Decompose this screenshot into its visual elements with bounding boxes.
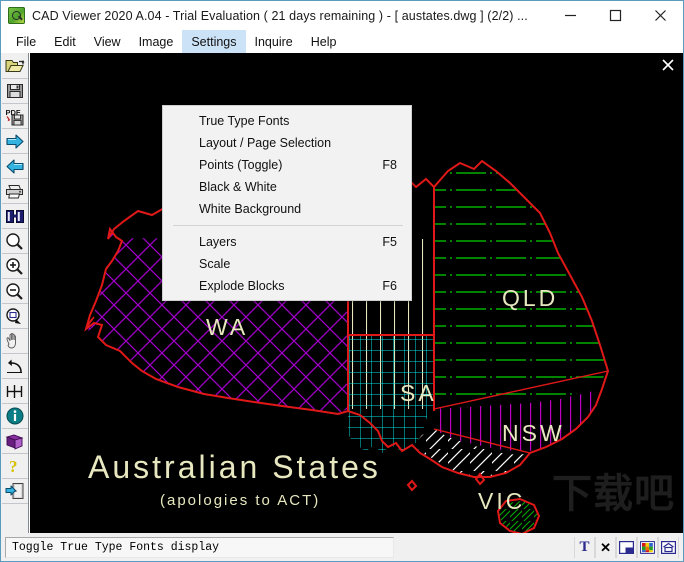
menu-item-label: Black & White (199, 180, 277, 194)
info-icon (6, 407, 23, 425)
menu-item-layers[interactable]: Layers F5 (163, 231, 411, 253)
menu-separator (173, 225, 403, 226)
find-icon (5, 209, 24, 223)
layout-icon (619, 540, 635, 554)
menu-settings[interactable]: Settings (182, 30, 246, 53)
menu-view[interactable]: View (85, 30, 130, 53)
site-watermark: 下载吧 (552, 471, 675, 517)
exit-icon (5, 483, 23, 499)
menu-item-black-and-white[interactable]: Black & White (163, 176, 411, 198)
close-button[interactable] (638, 1, 683, 30)
zoom-in-icon (6, 257, 23, 275)
settings-dropdown-menu: True Type Fonts Layout / Page Selection … (162, 105, 412, 301)
pan-hand-button[interactable] (1, 329, 28, 354)
menu-item-explode-blocks[interactable]: Explode Blocks F6 (163, 275, 411, 297)
measure-button[interactable] (1, 379, 28, 404)
zoom-out-button[interactable] (1, 279, 28, 304)
menu-help[interactable]: Help (302, 30, 346, 53)
zoom-extents-button[interactable] (658, 536, 680, 558)
menu-item-label: True Type Fonts (199, 114, 290, 128)
text-toggle-button[interactable]: T (574, 536, 596, 558)
status-bar: Toggle True Type Fonts display T ✕ (1, 533, 683, 561)
menu-item-layout-page-selection[interactable]: Layout / Page Selection (163, 132, 411, 154)
magnifier-button[interactable] (1, 229, 28, 254)
print-icon (6, 184, 23, 198)
find-button[interactable] (1, 204, 28, 229)
cad-viewer-icon (8, 7, 25, 24)
menu-item-label: Points (Toggle) (199, 158, 283, 172)
menu-bar: File Edit View Image Settings Inquire He… (1, 30, 683, 53)
close-drawing-icon[interactable] (661, 58, 675, 72)
menu-edit[interactable]: Edit (45, 30, 85, 53)
palette-icon (640, 540, 655, 554)
measure-icon (6, 384, 23, 398)
menu-item-label: Explode Blocks (199, 279, 285, 293)
status-button-group: T ✕ (574, 536, 680, 558)
title-bar: CAD Viewer 2020 A.04 - Trial Evaluation … (1, 1, 683, 30)
minimize-button[interactable] (548, 1, 593, 30)
menu-item-white-background[interactable]: White Background (163, 198, 411, 220)
extents-icon (661, 540, 677, 554)
map-title: Australian States (88, 449, 381, 485)
save-icon (6, 84, 23, 98)
zoom-window-button[interactable] (1, 304, 28, 329)
text-icon: T (579, 538, 590, 555)
close-drawing-button[interactable]: ✕ (595, 536, 617, 558)
layout-button[interactable] (616, 536, 638, 558)
left-toolbar: PDF ? (1, 53, 29, 533)
print-button[interactable] (1, 179, 28, 204)
menu-item-true-type-fonts[interactable]: True Type Fonts (163, 110, 411, 132)
help-button[interactable]: ? (1, 454, 28, 479)
previous-page-button[interactable] (1, 154, 28, 179)
save-pdf-button[interactable]: PDF (1, 104, 28, 129)
menu-item-shortcut: F8 (382, 158, 397, 172)
zoom-out-icon (6, 282, 23, 300)
next-page-button[interactable] (1, 129, 28, 154)
save-button[interactable] (1, 79, 28, 104)
exit-button[interactable] (1, 479, 28, 504)
color-palette-button[interactable] (637, 536, 659, 558)
magnifier-icon (6, 232, 23, 250)
map-subtitle: (apologies to ACT) (160, 492, 320, 509)
application-window: CAD Viewer 2020 A.04 - Trial Evaluation … (0, 0, 684, 562)
menu-item-scale[interactable]: Scale (163, 253, 411, 275)
menu-item-shortcut: F5 (382, 235, 397, 249)
undo-button[interactable] (1, 354, 28, 379)
menu-inquire[interactable]: Inquire (246, 30, 302, 53)
menu-item-points-toggle[interactable]: Points (Toggle) F8 (163, 154, 411, 176)
menu-item-label: Layers (199, 235, 237, 249)
pan-hand-icon (6, 333, 16, 349)
svg-text:?: ? (9, 457, 18, 475)
menu-item-shortcut: F6 (382, 279, 397, 293)
menu-file[interactable]: File (7, 30, 45, 53)
open-file-icon (5, 60, 24, 72)
help-icon: ? (9, 457, 18, 475)
maximize-button[interactable] (593, 1, 638, 30)
manual-book-icon (5, 434, 24, 450)
previous-page-icon (5, 158, 24, 174)
open-file-button[interactable] (1, 54, 28, 79)
status-message: Toggle True Type Fonts display (5, 536, 395, 558)
menu-item-label: Layout / Page Selection (199, 136, 332, 150)
manual-book-button[interactable] (1, 429, 28, 454)
save-pdf-icon: PDF (5, 108, 23, 125)
undo-icon (7, 359, 22, 373)
close-x-icon: ✕ (600, 539, 611, 555)
menu-item-label: White Background (199, 202, 302, 216)
window-controls (548, 1, 683, 30)
menu-image[interactable]: Image (130, 30, 183, 53)
window-title: CAD Viewer 2020 A.04 - Trial Evaluation … (32, 8, 528, 23)
info-button[interactable] (1, 404, 28, 429)
main-area: PDF ? WA QLD SA NSW VIC Australian State… (1, 53, 683, 533)
zoom-window-icon (6, 307, 21, 324)
menu-item-label: Scale (199, 257, 231, 271)
next-page-icon (5, 133, 24, 149)
zoom-in-button[interactable] (1, 254, 28, 279)
